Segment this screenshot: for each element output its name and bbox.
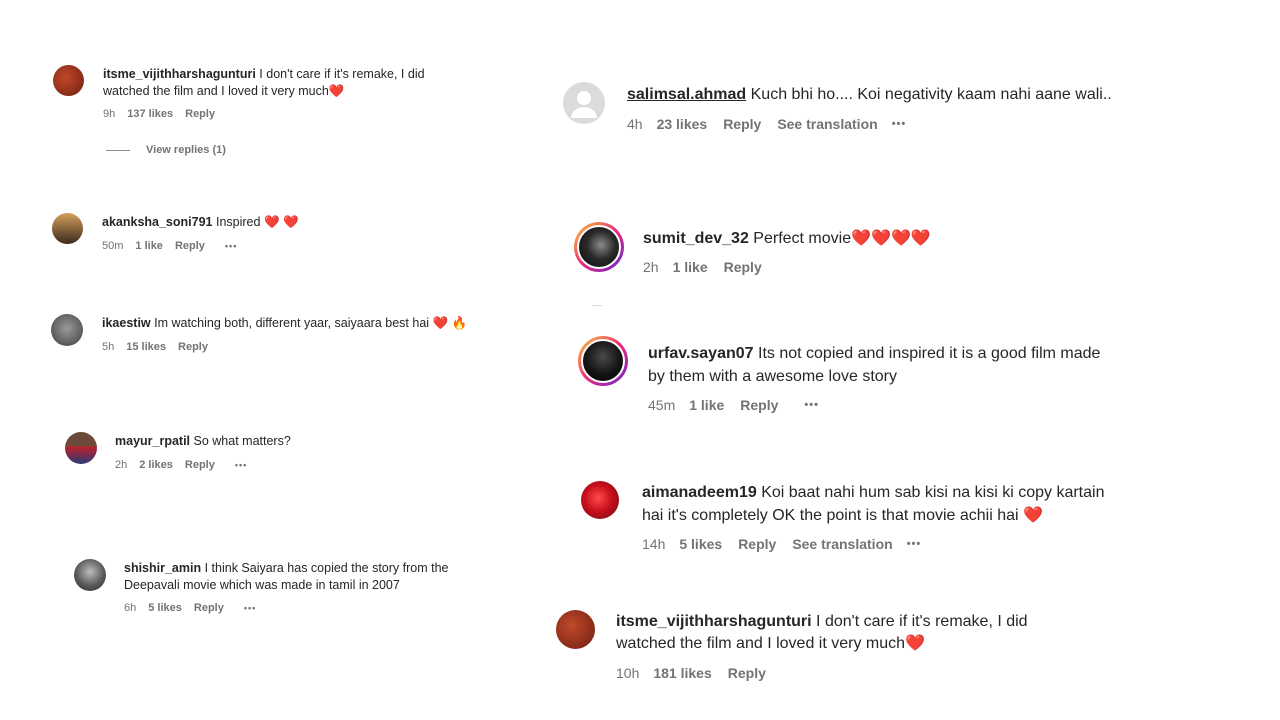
username[interactable]: itsme_vijithharshagunturi [103,67,256,81]
more-options-icon[interactable]: ••• [804,399,819,411]
comment-text: mayur_rpatil So what matters? [115,433,475,450]
comment-meta: 2h 1 like Reply [643,259,1043,275]
timestamp: 5h [102,340,115,353]
comment-meta: 4h 23 likes Reply See translation ••• [627,116,1117,132]
more-options-icon[interactable]: ••• [244,603,256,613]
timestamp: 6h [124,602,137,614]
divider-line [106,149,130,151]
avatar[interactable] [563,82,605,124]
comment-body: Inspired [215,215,261,229]
likes-count[interactable]: 1 like [673,259,708,275]
comment-meta: 10h 181 likes Reply [616,665,1076,681]
comment-text: salimsal.ahmad Kuch bhi ho.... Koi negat… [627,84,1117,107]
comment-body: Im watching both, different yaar, saiyaa… [154,316,430,330]
timestamp: 4h [627,115,643,132]
default-profile-icon [571,91,597,118]
divider [592,305,602,306]
timestamp: 10h [616,664,640,681]
username[interactable]: ikaestiw [102,316,151,330]
heart-emoji-icon: ❤️ ❤️ [263,215,299,229]
comment-body: Perfect movie [753,230,852,247]
comment-meta: 6h 5 likes Reply ••• [124,602,504,614]
username[interactable]: aimanadeem19 [642,484,757,501]
likes-count[interactable]: 181 likes [653,665,711,681]
comment-text: aimanadeem19 Koi baat nahi hum sab kisi … [642,482,1112,527]
likes-count[interactable]: 23 likes [657,116,708,132]
likes-count[interactable]: 1 like [689,397,724,413]
username[interactable]: urfav.sayan07 [648,345,754,362]
comment-meta: 5h 15 likes Reply [102,341,512,353]
timestamp: 2h [643,259,659,276]
comment-body: So what matters? [193,434,291,448]
reply-button[interactable]: Reply [740,397,778,413]
reply-button[interactable]: Reply [185,459,215,471]
likes-count[interactable]: 5 likes [679,536,722,552]
view-replies-label: View replies (1) [146,144,226,156]
comment-text: shishir_amin I think Saiyara has copied … [124,560,504,593]
avatar[interactable] [65,432,97,464]
more-options-icon[interactable]: ••• [225,241,237,251]
comment-body: Kuch bhi ho.... Koi negativity kaam nahi… [750,86,1112,103]
username[interactable]: shishir_amin [124,561,201,575]
comment-text: urfav.sayan07 Its not copied and inspire… [648,342,1118,388]
reply-button[interactable]: Reply [738,536,776,552]
avatar[interactable] [53,65,84,96]
story-ring-avatar[interactable] [574,222,624,272]
more-options-icon[interactable]: ••• [907,538,922,550]
username[interactable]: itsme_vijithharshagunturi [616,613,812,630]
heart-emoji-icon: ❤️ [328,83,345,98]
timestamp: 50m [102,239,124,252]
timestamp: 2h [115,458,128,471]
reply-button[interactable]: Reply [194,602,224,614]
avatar[interactable] [556,610,595,649]
view-replies-button[interactable]: View replies (1) [106,144,226,156]
more-options-icon[interactable]: ••• [235,460,247,470]
reply-button[interactable]: Reply [185,108,215,120]
see-translation-button[interactable]: See translation [792,536,892,552]
story-ring-avatar[interactable] [578,336,628,386]
heart-emoji-icon: ❤️❤️❤️❤️ [851,230,931,247]
comment-meta: 50m 1 like Reply ••• [102,240,482,252]
comment-text: ikaestiw Im watching both, different yaa… [102,315,512,332]
username[interactable]: salimsal.ahmad [627,86,746,103]
username[interactable]: sumit_dev_32 [643,230,749,247]
see-translation-button[interactable]: See translation [777,116,877,132]
more-options-icon[interactable]: ••• [892,118,907,130]
reply-button[interactable]: Reply [175,240,205,252]
heart-emoji-icon: ❤️ [905,635,925,653]
comment-meta: 14h 5 likes Reply See translation ••• [642,536,1112,552]
timestamp: 14h [642,536,666,553]
timestamp: 45m [648,397,676,414]
avatar[interactable] [74,559,106,591]
comment-text: itsme_vijithharshagunturi I don't care i… [103,66,473,99]
username[interactable]: mayur_rpatil [115,434,190,448]
likes-count[interactable]: 137 likes [127,108,173,120]
reply-button[interactable]: Reply [724,259,762,275]
likes-count[interactable]: 2 likes [139,459,173,471]
reply-button[interactable]: Reply [728,665,766,681]
heart-fire-emoji-icon: ❤️ 🔥 [432,316,468,330]
likes-count[interactable]: 5 likes [148,602,182,614]
heart-emoji-icon: ❤️ [1023,506,1043,524]
username[interactable]: akanksha_soni791 [102,215,213,229]
comment-meta: 9h 137 likes Reply [103,108,473,120]
comment-text: sumit_dev_32 Perfect movie❤️❤️❤️❤️ [643,228,1043,249]
avatar[interactable] [51,314,83,346]
comment-meta: 45m 1 like Reply ••• [648,397,1118,413]
reply-button[interactable]: Reply [723,116,761,132]
avatar[interactable] [581,481,619,519]
comment-meta: 2h 2 likes Reply ••• [115,459,475,471]
comment-text: itsme_vijithharshagunturi I don't care i… [616,611,1076,656]
likes-count[interactable]: 15 likes [126,341,166,353]
comment-text: akanksha_soni791 Inspired ❤️ ❤️ [102,214,482,231]
likes-count[interactable]: 1 like [135,240,163,252]
timestamp: 9h [103,108,116,120]
avatar[interactable] [52,213,83,244]
reply-button[interactable]: Reply [178,341,208,353]
